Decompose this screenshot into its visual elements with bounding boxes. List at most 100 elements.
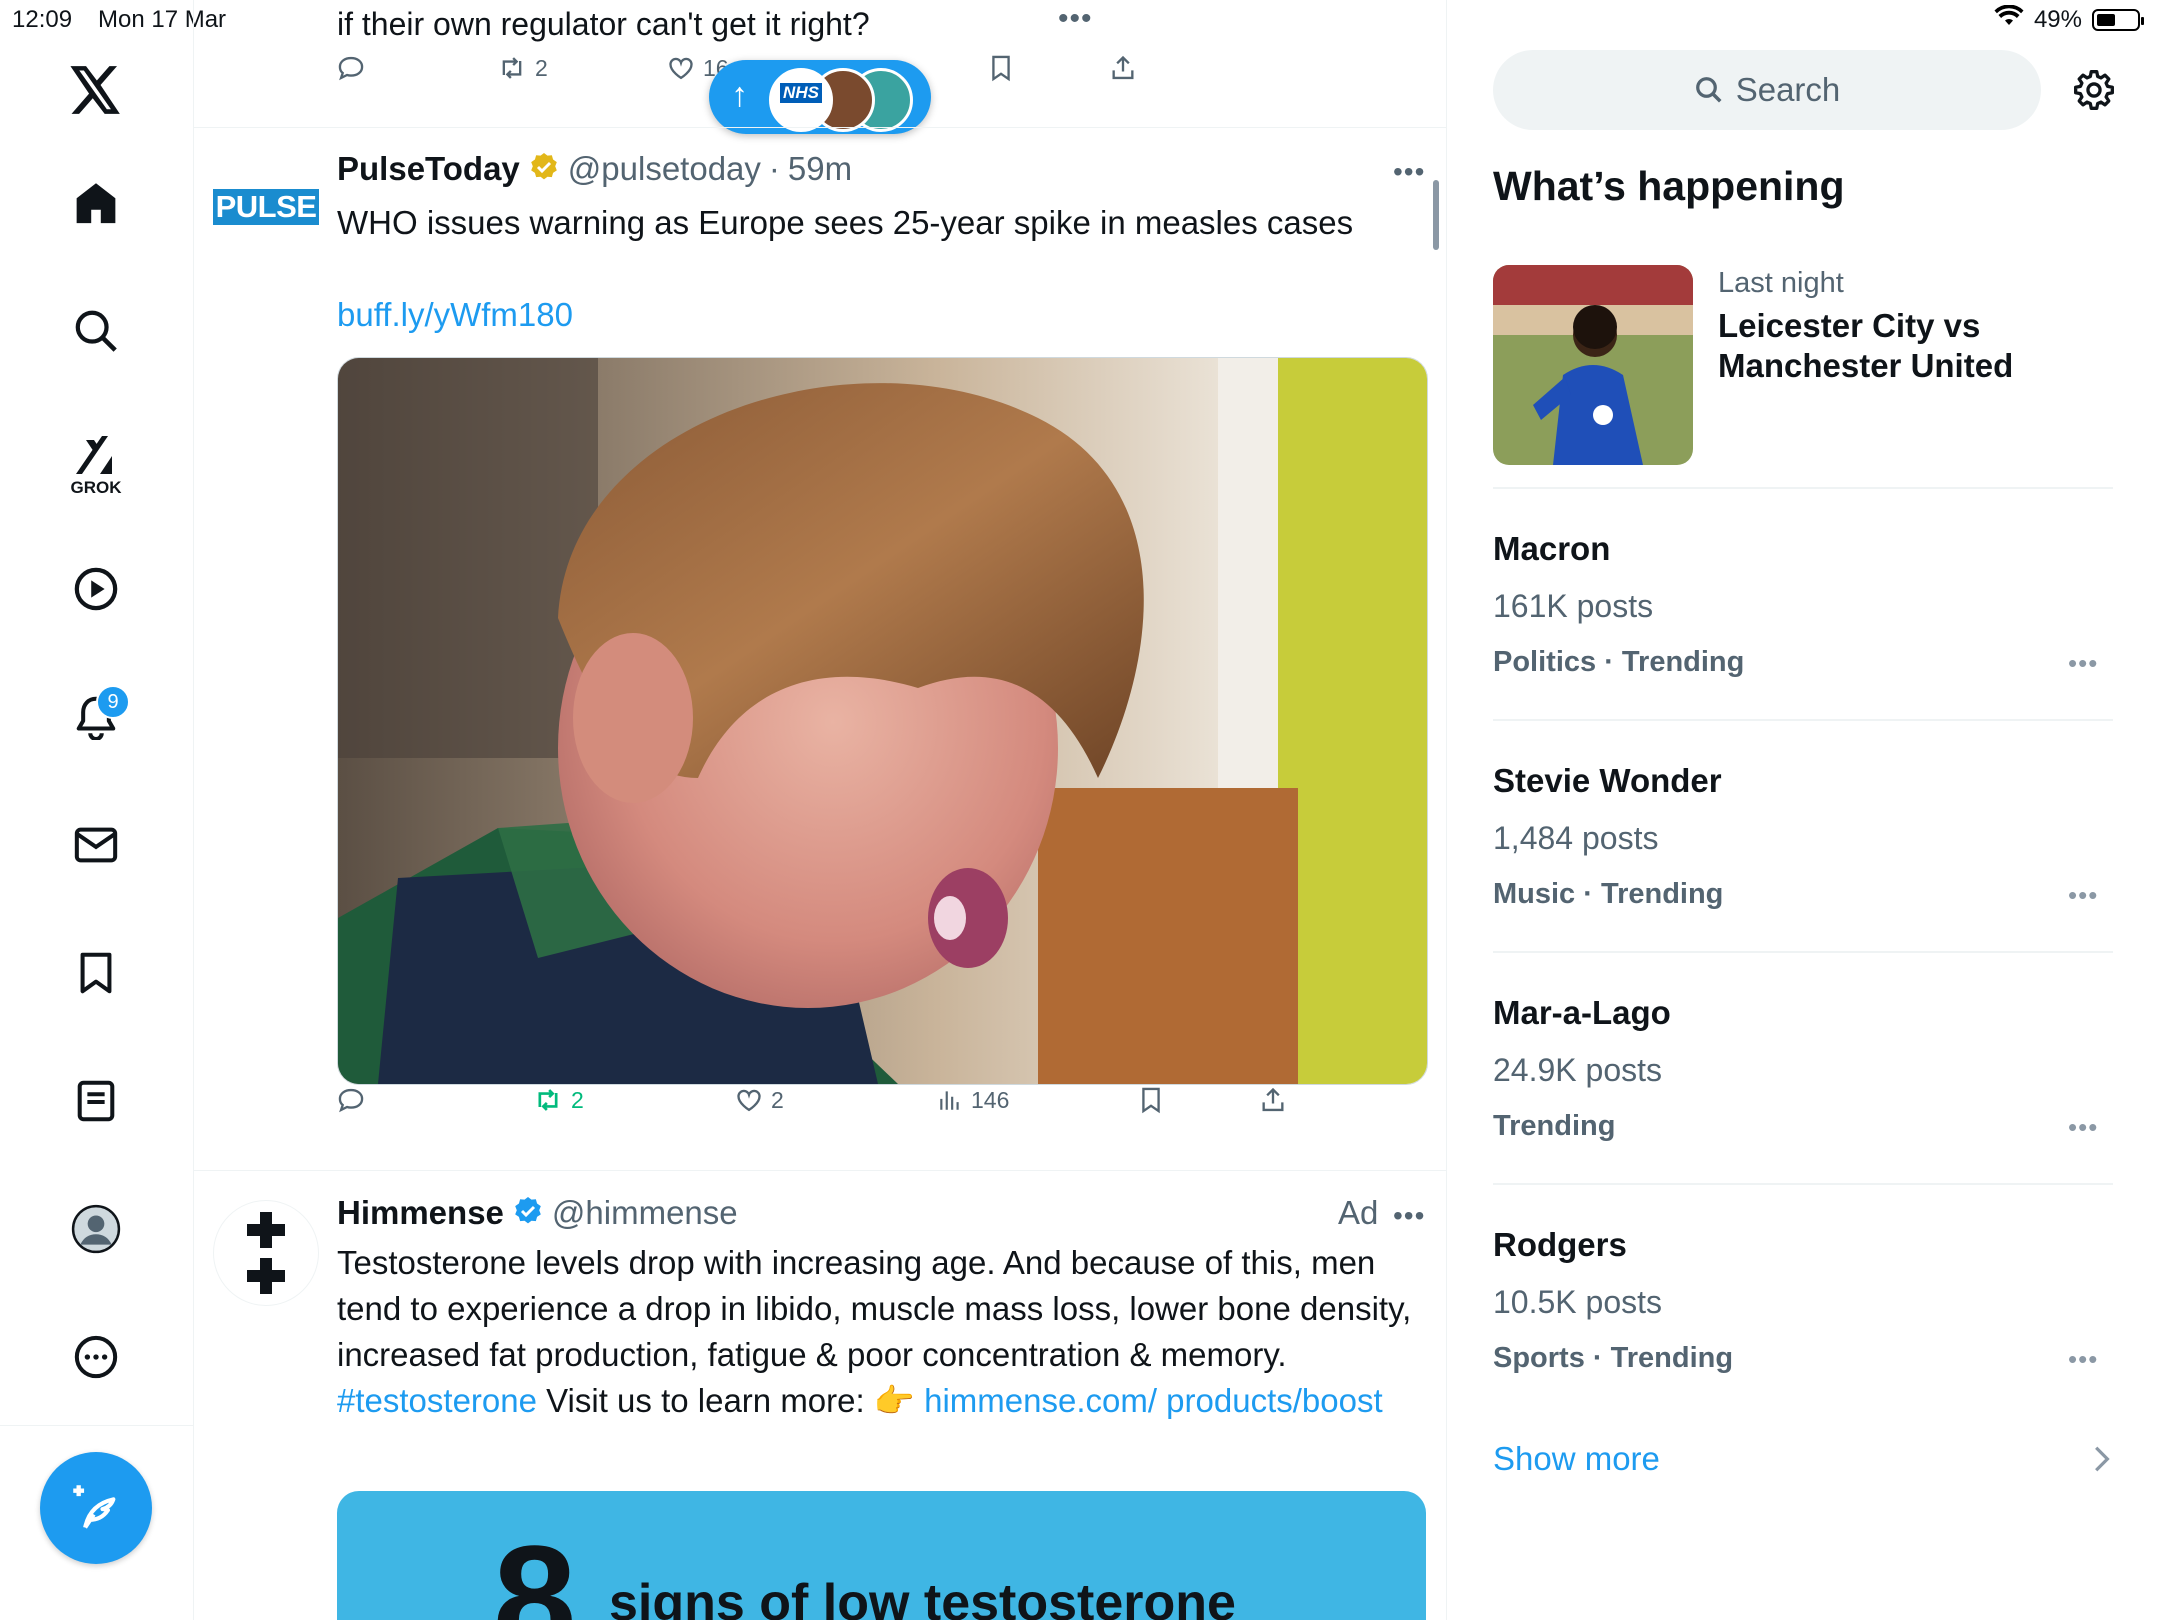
tweet2-author-name[interactable]: Himmense xyxy=(337,1194,504,1232)
nav-divider xyxy=(0,1425,193,1426)
tweet1-more-icon[interactable]: ••• xyxy=(1393,156,1425,188)
feed-scrollbar[interactable] xyxy=(1433,180,1439,250)
video-icon[interactable] xyxy=(66,559,126,619)
trend-3-posts: 24.9K posts xyxy=(1493,1052,1662,1088)
trend-1-posts: 161K posts xyxy=(1493,588,1654,624)
trend-4-more-icon[interactable]: ••• xyxy=(2068,1344,2098,1375)
trend-1-category: Politics · Trending xyxy=(1493,646,1745,678)
tweet-separator xyxy=(193,1170,1446,1171)
more-circle-icon[interactable] xyxy=(66,1327,126,1387)
show-more-link[interactable]: Show more xyxy=(1493,1440,1660,1478)
himmense-logo-icon xyxy=(247,1212,285,1294)
grok-icon[interactable]: GROK xyxy=(66,425,126,505)
trend-2-name[interactable]: Stevie Wonder xyxy=(1493,762,1722,800)
trend-separator xyxy=(1493,487,2113,489)
tweet2-text-cta: Visit us to learn more: 👉 xyxy=(546,1382,915,1419)
compose-feather-icon xyxy=(73,1485,116,1529)
trend-separator xyxy=(1493,1183,2113,1185)
grok-label: GROK xyxy=(70,478,122,497)
tweet1-text: WHO issues warning as Europe sees 25-yea… xyxy=(337,204,1354,241)
arrow-up-icon: ↑ xyxy=(731,76,748,114)
tweet1-image-measles-child[interactable] xyxy=(337,357,1428,1085)
tweet1-author-name[interactable]: PulseToday xyxy=(337,150,520,188)
tweet1-views-button[interactable]: 146 xyxy=(937,1087,1009,1114)
new-posts-pill[interactable]: ↑ NHS xyxy=(709,60,931,134)
left-navigation: GROK 9 xyxy=(0,0,194,1620)
tweet-separator xyxy=(193,127,1446,128)
profile-avatar-icon[interactable] xyxy=(66,1199,126,1259)
share-icon[interactable] xyxy=(1109,54,1137,82)
tweet2-handle[interactable]: @himmense xyxy=(552,1194,738,1232)
featured-title[interactable]: Leicester City vs Manchester United xyxy=(1718,306,2058,386)
tweet1-retweet-count: 2 xyxy=(571,1086,584,1113)
battery-percent: 49% xyxy=(2033,5,2082,33)
ad-card-number: 8 xyxy=(493,1514,577,1620)
settings-gear-icon[interactable] xyxy=(2070,66,2118,114)
whats-happening-title: What’s happening xyxy=(1493,163,1845,209)
tweet2-text: Testosterone levels drop with increasing… xyxy=(337,1240,1427,1424)
trend-3-more-icon[interactable]: ••• xyxy=(2068,1112,2098,1143)
retweet-count: 2 xyxy=(535,54,548,81)
tweet1-share-icon[interactable] xyxy=(1259,1086,1287,1114)
ad-card-headline: signs of low testosterone xyxy=(609,1574,1236,1620)
trend-3-category: Trending xyxy=(1493,1110,1616,1142)
tweet2-hashtag[interactable]: #testosterone xyxy=(337,1382,537,1419)
search-input[interactable]: Search xyxy=(1493,50,2041,130)
compose-post-button[interactable] xyxy=(40,1452,152,1564)
search-icon xyxy=(1695,77,1722,103)
tweet1-time[interactable]: 59m xyxy=(788,150,852,188)
trend-4-posts: 10.5K posts xyxy=(1493,1284,1662,1320)
wifi-icon xyxy=(1994,4,2024,34)
reply-icon[interactable] xyxy=(337,54,365,82)
pulse-avatar[interactable]: PULSE xyxy=(212,188,320,226)
home-icon[interactable] xyxy=(66,173,126,233)
trend-1-name[interactable]: Macron xyxy=(1493,530,1610,568)
status-indicators: 49% xyxy=(1994,4,2144,34)
explore-search-icon[interactable] xyxy=(66,301,126,361)
tweet1-like-count: 2 xyxy=(771,1086,784,1113)
tweet1-link[interactable]: buff.ly/yWfm180 xyxy=(337,292,573,338)
gold-verified-badge-icon xyxy=(528,151,560,188)
tweet2-ad-card[interactable]: 8 signs of low testosterone xyxy=(337,1491,1426,1620)
tweet2-link[interactable]: himmense.com/ products/boost xyxy=(924,1382,1383,1419)
tweet1-header: PulseToday @pulsetoday · 59m xyxy=(337,150,853,188)
chevron-right-icon xyxy=(2090,1443,2112,1480)
trend-2-category: Music · Trending xyxy=(1493,878,1724,910)
tweet1-views-count: 146 xyxy=(971,1086,1010,1113)
tweet1-bookmark-icon[interactable] xyxy=(1137,1086,1165,1114)
tweet1-handle[interactable]: @pulsetoday xyxy=(568,150,761,188)
pill-avatar-nhs: NHS xyxy=(769,68,833,132)
retweet-button[interactable]: 2 xyxy=(497,54,548,82)
lists-icon[interactable] xyxy=(66,1071,126,1131)
blue-verified-badge-icon xyxy=(512,1195,544,1232)
himmense-avatar[interactable] xyxy=(213,1200,319,1306)
trend-separator xyxy=(1493,719,2113,721)
messages-envelope-icon[interactable] xyxy=(66,815,126,875)
tweet1-like-button[interactable]: 2 xyxy=(735,1086,784,1114)
ad-label: Ad xyxy=(1338,1194,1379,1231)
notifications-bell-icon[interactable]: 9 xyxy=(66,685,130,747)
tweet2-header: Himmense @himmense xyxy=(337,1194,738,1232)
bookmarks-icon[interactable] xyxy=(66,943,126,1003)
tweet1-reply-icon[interactable] xyxy=(337,1086,365,1114)
featured-thumbnail[interactable] xyxy=(1493,265,1693,465)
views-chart-icon xyxy=(940,1091,959,1110)
tweet2-text-body: Testosterone levels drop with increasing… xyxy=(337,1244,1412,1373)
trend-separator xyxy=(1493,951,2113,953)
prev-tweet-text: if their own regulator can't get it righ… xyxy=(337,6,870,42)
trend-2-posts: 1,484 posts xyxy=(1493,820,1659,856)
trend-3-name[interactable]: Mar-a-Lago xyxy=(1493,994,1671,1032)
trend-4-category: Sports · Trending xyxy=(1493,1342,1734,1374)
prev-tweet-more-icon[interactable]: ••• xyxy=(1058,2,1093,36)
trend-4-name[interactable]: Rodgers xyxy=(1493,1226,1627,1264)
main-feed: if their own regulator can't get it righ… xyxy=(193,0,1447,1620)
x-logo-icon[interactable] xyxy=(66,60,126,120)
tweet2-more-icon[interactable]: ••• xyxy=(1393,1200,1425,1232)
tweet1-retweet-button[interactable]: 2 xyxy=(533,1086,584,1114)
search-placeholder: Search xyxy=(1735,71,1841,108)
bookmark-icon[interactable] xyxy=(987,54,1015,82)
trend-1-more-icon[interactable]: ••• xyxy=(2068,648,2098,679)
notifications-count-badge: 9 xyxy=(96,685,130,719)
featured-meta: Last night xyxy=(1718,267,1844,299)
trend-2-more-icon[interactable]: ••• xyxy=(2068,880,2098,911)
